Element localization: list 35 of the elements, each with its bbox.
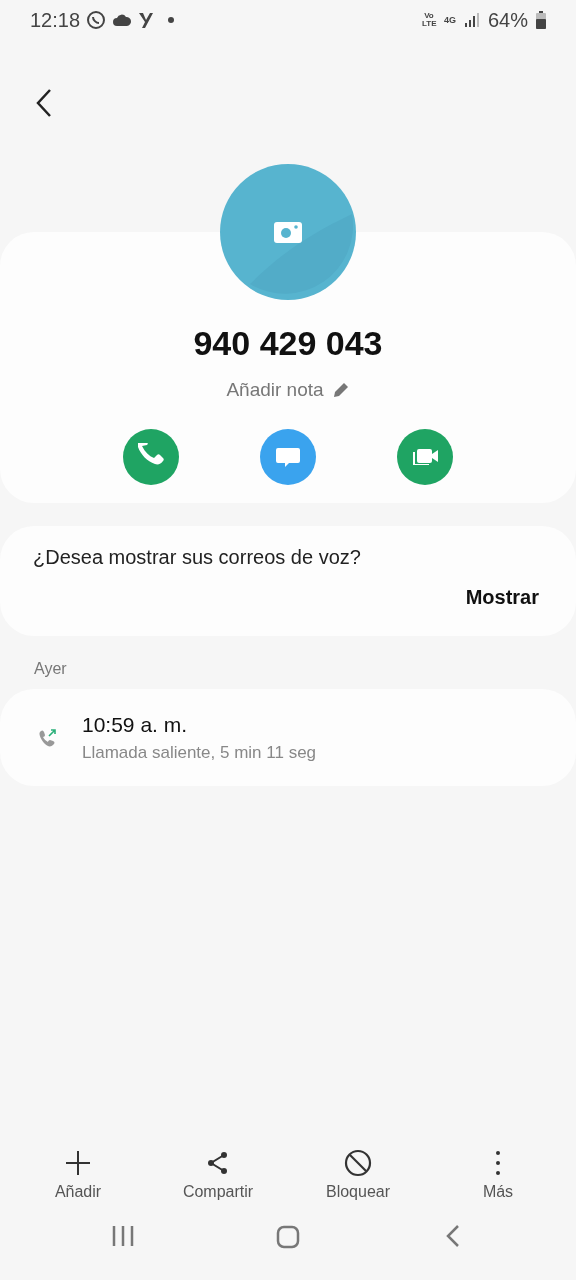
video-camera-icon [412, 449, 438, 465]
chat-bubble-icon [86, 10, 107, 30]
battery-icon [536, 11, 546, 29]
plus-icon [64, 1149, 92, 1177]
chat-bubble-icon [276, 447, 300, 467]
block-button[interactable]: Bloquear [288, 1149, 428, 1201]
dot-icon [168, 17, 175, 23]
signal-icon [463, 12, 480, 28]
back-icon[interactable] [34, 88, 54, 118]
block-icon [344, 1149, 372, 1177]
back-nav-icon[interactable] [446, 1225, 461, 1247]
app-logo-icon [138, 11, 155, 29]
network-type: 4G [443, 15, 456, 25]
recent-apps-icon[interactable] [111, 1225, 134, 1247]
battery-percent: 64% [487, 8, 528, 32]
phone-number: 940 429 043 [193, 324, 383, 363]
add-button[interactable]: Añadir [8, 1149, 148, 1201]
add-note-link[interactable]: Añadir nota [226, 379, 350, 401]
call-time: 10:59 a. m. [82, 712, 189, 737]
more-icon [496, 1151, 500, 1175]
call-log-entry[interactable]: 10:59 a. m. Llamada saliente, 5 min 11 seg [0, 689, 576, 786]
call-details: Llamada saliente, 5 min 11 seg [82, 742, 317, 763]
share-button[interactable]: Compartir [148, 1149, 288, 1201]
message-button[interactable] [260, 429, 316, 485]
call-button[interactable] [123, 429, 179, 485]
clock-time: 12:18 [30, 8, 81, 32]
show-button[interactable]: Mostrar [465, 586, 539, 609]
video-call-button[interactable] [397, 429, 453, 485]
volte-indicator: Vo LTE [421, 12, 436, 28]
date-group-label: Ayer [34, 660, 68, 678]
voicemail-question: ¿Desea mostrar sus correos de voz? [33, 546, 362, 569]
pencil-icon [331, 381, 350, 399]
more-button[interactable]: Más [428, 1149, 568, 1201]
cloud-icon [112, 13, 133, 27]
home-icon[interactable] [276, 1225, 300, 1249]
